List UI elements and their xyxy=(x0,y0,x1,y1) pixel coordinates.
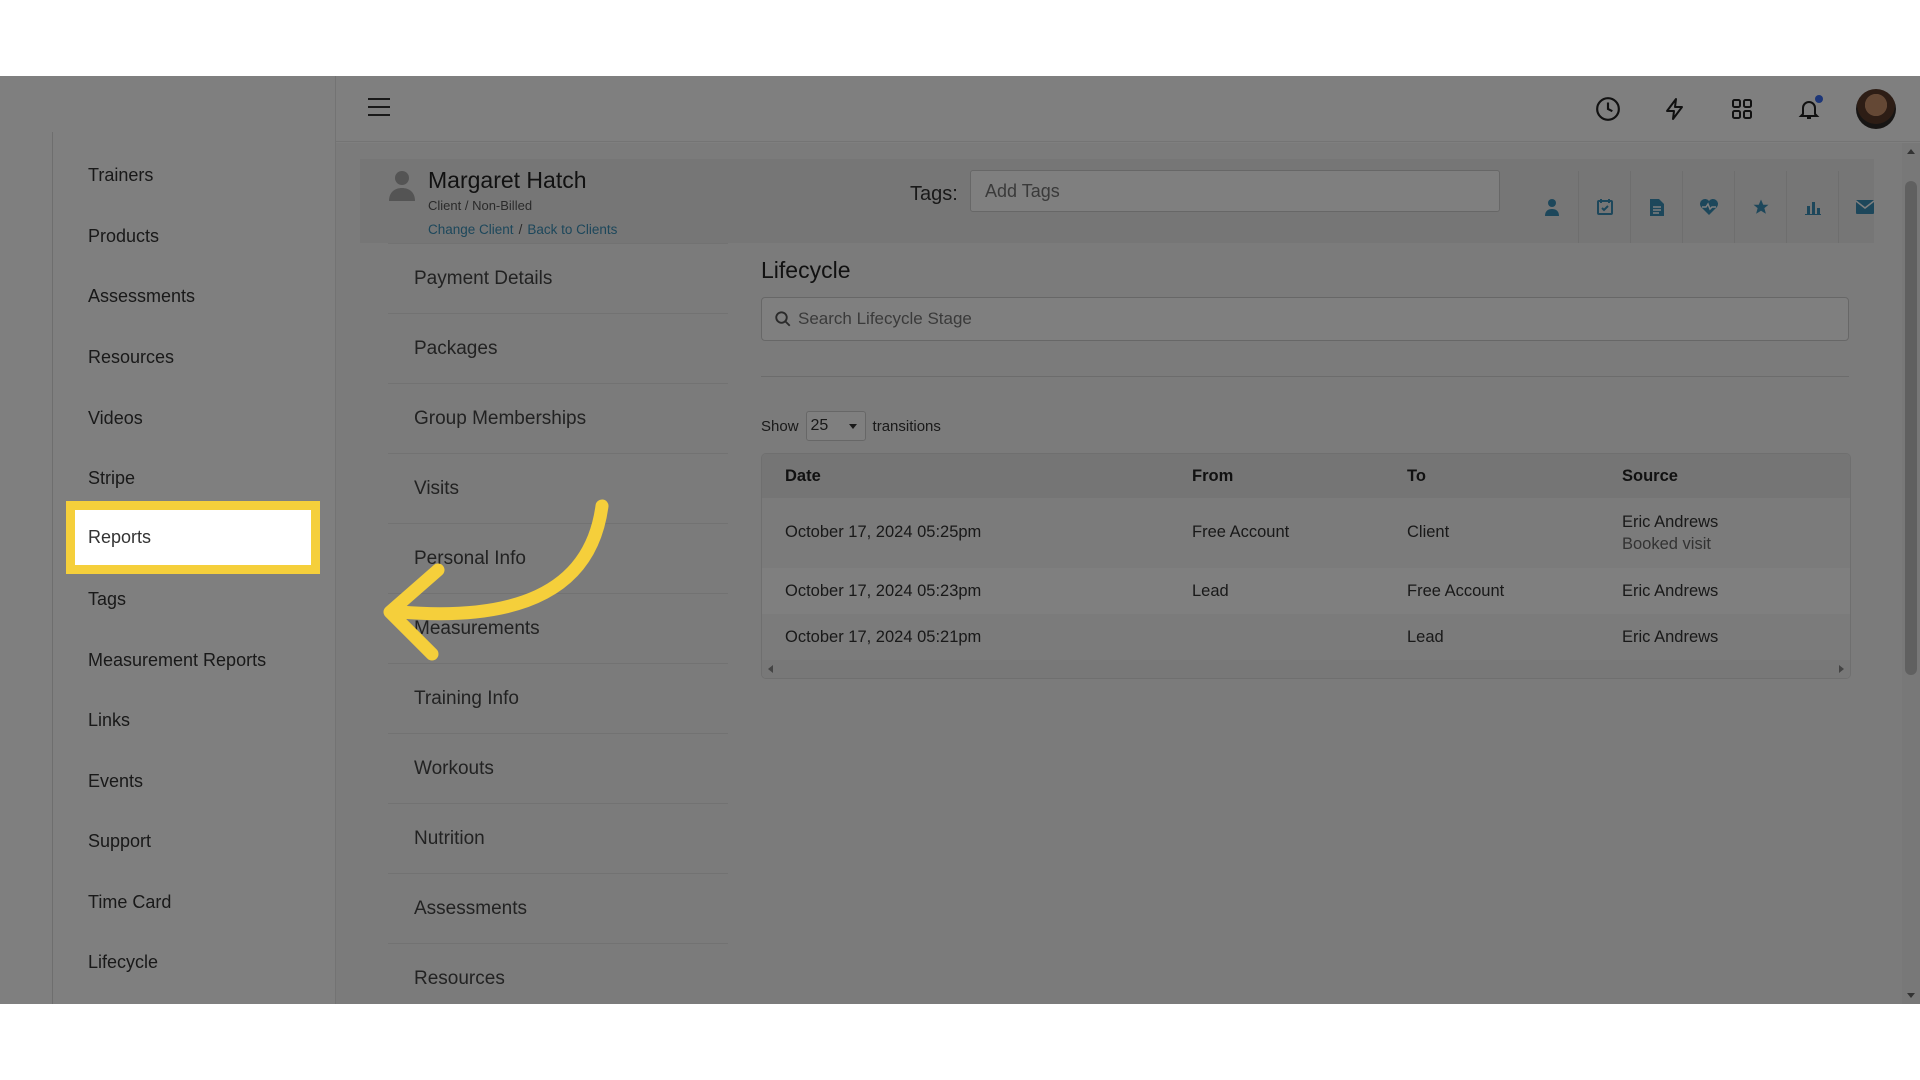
cell-source: Eric Andrews xyxy=(1622,628,1719,646)
search-icon xyxy=(774,310,792,333)
cell-source: Eric Andrews xyxy=(1622,582,1719,600)
cell-date: October 17, 2024 05:25pm xyxy=(785,523,982,541)
tags-label: Tags: xyxy=(910,183,958,205)
submenu-item-assessments[interactable]: Assessments xyxy=(388,873,728,943)
table-row: October 17, 2024 05:25pm Free Account Cl… xyxy=(762,498,1850,568)
cell-to: Client xyxy=(1407,523,1450,541)
cell-from: Free Account xyxy=(1192,523,1290,541)
pointer-arrow-icon xyxy=(383,499,609,661)
show-suffix: transitions xyxy=(872,417,941,435)
sidebar-item-lifecycle[interactable]: Lifecycle xyxy=(88,952,158,973)
sidebar-item-videos[interactable]: Videos xyxy=(88,408,143,429)
link-separator: / xyxy=(518,222,523,237)
scroll-down-icon[interactable] xyxy=(1907,993,1915,998)
page-size-select[interactable]: 25 xyxy=(805,411,866,441)
vertical-scrollbar[interactable] xyxy=(1902,143,1920,1004)
table-header: Date From To Source xyxy=(762,454,1850,498)
reports-highlight[interactable]: Reports xyxy=(66,501,320,574)
lifecycle-table: Date From To Source October 17, 2024 05:… xyxy=(761,453,1851,679)
client-type: Client / Non-Billed xyxy=(428,198,533,213)
highlight-label: Reports xyxy=(88,527,152,547)
star-icon[interactable] xyxy=(1734,171,1786,243)
lifecycle-search-input[interactable] xyxy=(798,298,1838,340)
sidebar-item-resources[interactable]: Resources xyxy=(88,347,174,368)
horizontal-scrollbar[interactable] xyxy=(762,660,1850,678)
sidebar-divider xyxy=(52,132,53,1004)
page-size-control: Show 25 transitions xyxy=(761,411,941,441)
app-window: Trainers Products Assessments Resources … xyxy=(0,76,1920,1004)
submenu-item-workouts[interactable]: Workouts xyxy=(388,733,728,803)
sidebar-item-trainers[interactable]: Trainers xyxy=(88,165,153,186)
lightning-icon[interactable] xyxy=(1660,94,1690,124)
user-avatar[interactable] xyxy=(1856,89,1896,129)
bell-icon[interactable] xyxy=(1794,94,1824,124)
sidebar-item-links[interactable]: Links xyxy=(88,710,130,731)
lifecycle-title: Lifecycle xyxy=(761,257,851,283)
cell-to: Lead xyxy=(1407,628,1444,646)
client-name: Margaret Hatch xyxy=(428,167,587,193)
heart-rate-icon[interactable] xyxy=(1682,171,1734,243)
back-to-clients-link[interactable]: Back to Clients xyxy=(527,222,617,237)
submenu-item-payment-details[interactable]: Payment Details xyxy=(388,243,728,313)
submenu-item-resources[interactable]: Resources xyxy=(388,943,728,1004)
notification-dot xyxy=(1815,95,1823,103)
apps-grid-icon[interactable] xyxy=(1727,94,1757,124)
email-icon[interactable] xyxy=(1838,171,1890,243)
scrollbar-thumb[interactable] xyxy=(1905,181,1917,675)
page-size-value: 25 xyxy=(810,417,829,434)
cell-source: Eric Andrews xyxy=(1622,513,1719,531)
client-avatar-icon xyxy=(388,169,416,201)
column-header-source[interactable]: Source xyxy=(1622,467,1678,486)
divider xyxy=(761,376,1849,377)
cell-source-detail: Booked visit xyxy=(1622,535,1711,553)
tags-input[interactable] xyxy=(970,170,1500,212)
submenu-item-group-memberships[interactable]: Group Memberships xyxy=(388,383,728,453)
show-label: Show xyxy=(761,417,799,435)
submenu-item-nutrition[interactable]: Nutrition xyxy=(388,803,728,873)
sidebar-item-events[interactable]: Events xyxy=(88,771,143,792)
bar-chart-icon[interactable] xyxy=(1786,171,1838,243)
client-links: Change Client / Back to Clients xyxy=(428,222,617,237)
table-row: October 17, 2024 05:23pm Lead Free Accou… xyxy=(762,568,1850,614)
cell-date: October 17, 2024 05:21pm xyxy=(785,628,982,646)
lifecycle-search xyxy=(761,297,1849,341)
table-row: October 17, 2024 05:21pm Lead Eric Andre… xyxy=(762,614,1850,660)
history-clock-icon[interactable] xyxy=(1593,94,1623,124)
sidebar-item-tags[interactable]: Tags xyxy=(88,589,126,610)
chevron-down-icon xyxy=(848,424,857,429)
menu-icon[interactable] xyxy=(368,98,390,118)
scroll-left-icon[interactable] xyxy=(768,665,773,673)
client-action-icons xyxy=(1526,171,1890,243)
submenu-item-packages[interactable]: Packages xyxy=(388,313,728,383)
document-icon[interactable] xyxy=(1630,171,1682,243)
cell-to: Free Account xyxy=(1407,582,1505,600)
change-client-link[interactable]: Change Client xyxy=(428,222,514,237)
calendar-icon[interactable] xyxy=(1578,171,1630,243)
scroll-up-icon[interactable] xyxy=(1907,149,1915,154)
top-bar xyxy=(336,76,1920,142)
column-header-from[interactable]: From xyxy=(1192,467,1233,486)
profile-icon[interactable] xyxy=(1526,171,1578,243)
scroll-right-icon[interactable] xyxy=(1839,665,1844,673)
sidebar-item-assessments[interactable]: Assessments xyxy=(88,286,195,307)
sidebar-item-time-card[interactable]: Time Card xyxy=(88,892,171,913)
client-header: Margaret Hatch Client / Non-Billed Chang… xyxy=(360,159,1874,243)
sidebar-item-measurement-reports[interactable]: Measurement Reports xyxy=(88,650,266,671)
sidebar-item-stripe[interactable]: Stripe xyxy=(88,468,135,489)
sidebar-item-products[interactable]: Products xyxy=(88,226,159,247)
cell-date: October 17, 2024 05:23pm xyxy=(785,582,982,600)
sidebar-item-support[interactable]: Support xyxy=(88,831,151,852)
cell-from: Lead xyxy=(1192,582,1229,600)
column-header-date[interactable]: Date xyxy=(785,467,821,486)
column-header-to[interactable]: To xyxy=(1407,467,1426,486)
